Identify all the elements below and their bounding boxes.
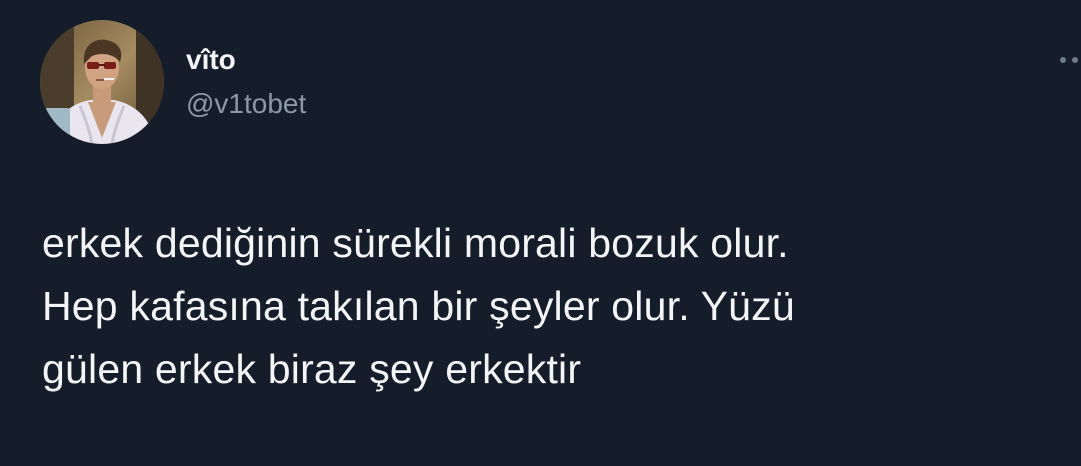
profile-photo — [40, 20, 164, 144]
avatar[interactable] — [40, 20, 164, 144]
more-dot — [1072, 57, 1078, 63]
tweet-card: vîto @v1tobet erkek dediğinin sürekli mo… — [0, 0, 1081, 466]
more-dot — [1060, 57, 1066, 63]
author-handle[interactable]: @v1tobet — [186, 88, 306, 120]
more-horizontal-icon[interactable] — [1058, 52, 1081, 68]
tweet-text: erkek dediğinin sürekli morali bozuk olu… — [42, 220, 795, 392]
author-display-name[interactable]: vîto — [186, 44, 236, 76]
